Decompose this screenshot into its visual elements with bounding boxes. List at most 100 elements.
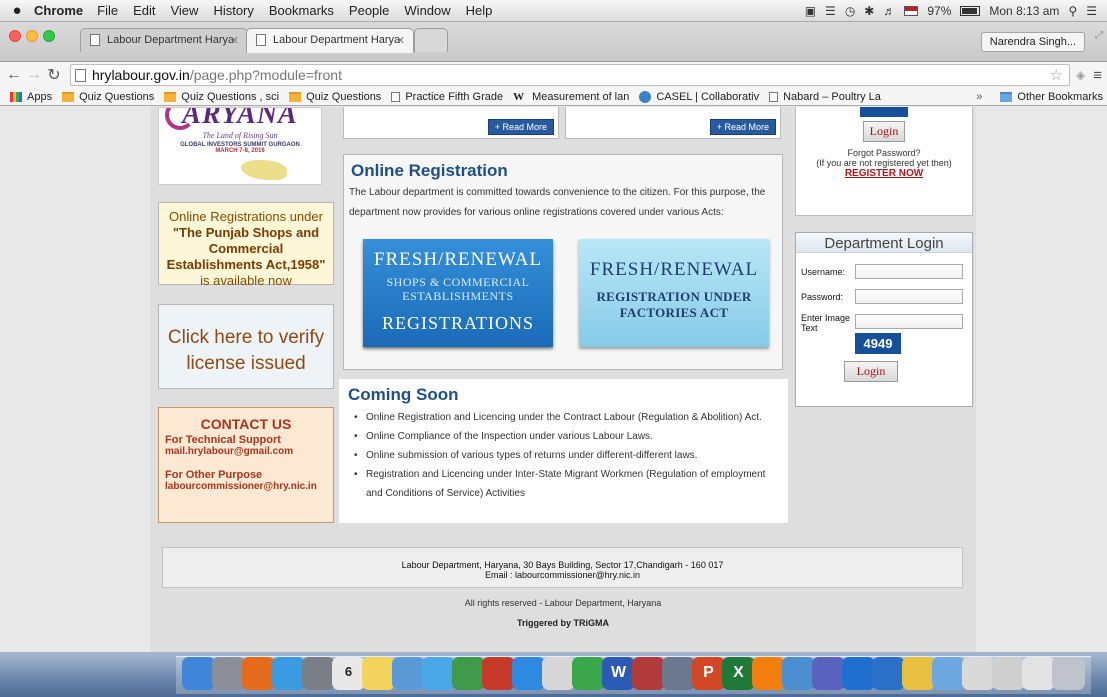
textedit-icon[interactable] [542,657,575,690]
star-app-icon[interactable] [812,657,845,690]
close-tab-icon[interactable]: ✕ [230,34,239,47]
factories-registration-tile[interactable]: FRESH/RENEWAL REGISTRATION UNDER FACTORI… [579,239,769,347]
spotlight-search-icon[interactable]: ⚲ [1068,4,1077,18]
bookmark-apps[interactable]: Apps [10,91,52,103]
image-capture-icon[interactable] [662,657,695,690]
menu-history[interactable]: History [213,3,253,18]
facetime-icon[interactable] [452,657,485,690]
image-icon[interactable] [782,657,815,690]
tab-labour-2-active[interactable]: Labour Department Harya ✕ [246,28,414,53]
app-menu-chrome[interactable]: Chrome [34,3,83,18]
notification-center-icon[interactable]: ☰ [1086,4,1097,18]
menu-window[interactable]: Window [404,3,450,18]
apple-menu-icon[interactable]: ● [0,2,34,19]
menu-file[interactable]: File [97,3,118,18]
fullscreen-icon[interactable]: ⤢ [1095,30,1103,41]
bookmark-star-icon[interactable]: ☆ [1050,66,1063,84]
read-more-button[interactable]: + Read More [487,119,554,135]
chrome-icon[interactable] [902,657,935,690]
online-registration-title: Online Registration [351,161,508,180]
captcha-input[interactable] [855,314,963,329]
address-bar[interactable]: hrylabour.gov.in /page.php?module=front … [70,64,1070,86]
messages-icon[interactable] [422,657,455,690]
calendar-icon[interactable]: 6 [332,657,365,690]
excel-icon[interactable]: X [722,657,755,690]
read-more-button[interactable]: + Read More [709,119,776,135]
battery-percent[interactable]: 97% [927,4,951,18]
forgot-password-link[interactable]: Forgot Password? [796,148,972,158]
network-icon[interactable] [872,657,905,690]
happening-haryana-logo[interactable]: ARYANA The Land of Rising Sun GLOBAL INV… [158,107,322,185]
wifi-icon[interactable]: ☰ [825,4,836,18]
trash-icon[interactable] [1052,657,1085,690]
bookmark-quiz-questions-sci[interactable]: Quiz Questions , sci [164,91,279,103]
archive-icon[interactable] [1022,657,1055,690]
battery-icon[interactable] [960,5,981,16]
page-info-icon[interactable] [75,68,86,82]
downloads-folder-icon[interactable] [932,657,965,690]
launchpad-icon[interactable] [212,657,245,690]
teamviewer-icon[interactable] [842,657,875,690]
tab-labour-1[interactable]: Labour Department Harya ✕ [80,28,248,52]
login-button[interactable]: Login [862,121,906,142]
vlc-icon[interactable] [752,657,785,690]
dropbox-icon[interactable]: ▣ [805,4,816,18]
department-login-button[interactable]: Login [844,361,898,382]
register-now-link[interactable]: REGISTER NOW [796,168,972,179]
verify-license-link[interactable]: Click here to verify license issued [158,304,334,389]
app-store-icon[interactable] [512,657,545,690]
documents-icon[interactable] [962,657,995,690]
numbers-icon[interactable] [572,657,605,690]
bookmark-other-bookmarks[interactable]: Other Bookmarks [1000,91,1103,103]
safari-icon[interactable] [272,657,305,690]
time-machine-icon[interactable]: ◷ [845,4,855,18]
zoom-window-button[interactable] [43,30,55,42]
bookmark-nabard[interactable]: Nabard – Poultry La [769,91,881,103]
bluetooth-icon[interactable]: ✱ [864,4,874,18]
clock[interactable]: Mon 8:13 am [989,4,1059,18]
technical-support-email[interactable]: mail.hrylabour@gmail.com [165,446,327,457]
username-label: Username: [801,267,846,277]
firefox-icon[interactable] [242,657,275,690]
bookmarks-overflow-chevron[interactable]: » [976,91,982,103]
footer-trigma-link[interactable]: Triggered by TRiGMA [150,618,976,628]
finder-icon[interactable] [182,657,215,690]
menu-help[interactable]: Help [466,3,493,18]
input-source-flag-icon[interactable] [904,5,919,16]
bookmark-measurement[interactable]: W Measurement of lan [513,91,629,103]
volume-icon[interactable]: ♬ [883,4,895,18]
chrome-menu-icon[interactable]: ≡ [1093,67,1102,84]
bookmark-quiz-questions[interactable]: Quiz Questions [62,91,154,103]
menu-people[interactable]: People [349,3,389,18]
tab-title: Labour Department Harya [273,34,401,46]
reload-icon[interactable]: ↻ [44,65,64,85]
profile-button[interactable]: Narendra Singh... [980,32,1085,52]
close-window-button[interactable] [9,30,21,42]
close-tab-icon[interactable]: ✕ [396,34,405,47]
password-input[interactable] [855,289,963,304]
new-tab-button[interactable] [414,28,448,52]
bookmark-casel[interactable]: CASEL | Collaborativ [639,90,759,103]
shops-registration-tile[interactable]: FRESH/RENEWAL SHOPS & COMMERCIAL ESTABLI… [363,239,553,347]
extension-icon[interactable]: ◈ [1076,68,1085,82]
back-arrow-icon[interactable]: ← [4,66,24,84]
page-viewport[interactable]: ARYANA The Land of Rising Sun GLOBAL INV… [0,107,1107,652]
menu-edit[interactable]: Edit [133,3,155,18]
files-icon[interactable] [992,657,1025,690]
photo-booth-icon[interactable] [482,657,515,690]
minimize-window-button[interactable] [26,30,38,42]
notes-icon[interactable] [362,657,395,690]
bookmark-quiz-questions-2[interactable]: Quiz Questions [289,91,381,103]
menu-bookmarks[interactable]: Bookmarks [269,3,334,18]
preview-icon[interactable] [392,657,425,690]
menu-view[interactable]: View [170,3,198,18]
forward-arrow-icon[interactable]: → [24,66,44,84]
dictionary-icon[interactable] [632,657,665,690]
system-preferences-icon[interactable] [302,657,335,690]
powerpoint-icon[interactable]: P [692,657,725,690]
word-icon[interactable]: W [602,657,635,690]
username-input[interactable] [855,264,963,279]
online-registrations-notice[interactable]: Online Registrations under "The Punjab S… [158,202,334,288]
bookmark-practice-fifth-grade[interactable]: Practice Fifth Grade [391,91,503,103]
other-purpose-email[interactable]: labourcommissioner@hry.nic.in [165,481,327,492]
